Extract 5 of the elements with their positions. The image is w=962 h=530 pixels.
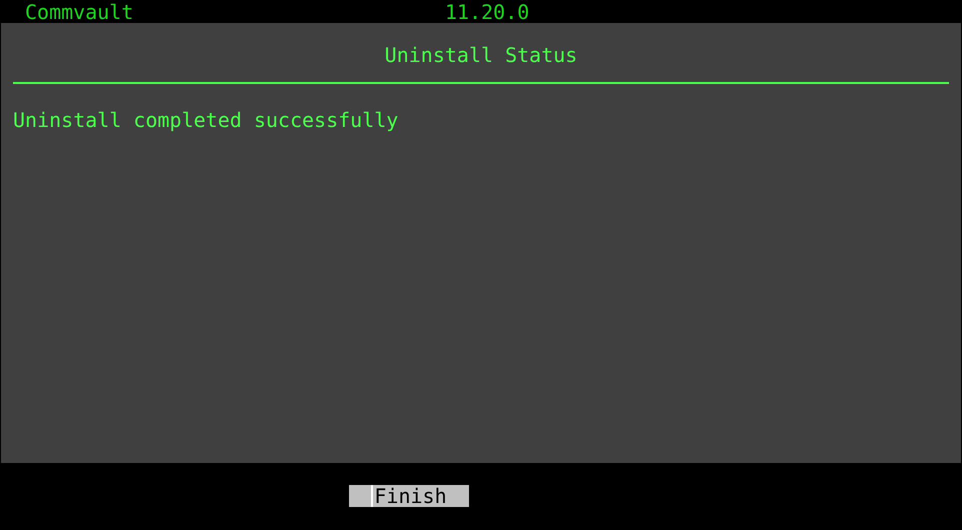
product-name: Commvault — [25, 0, 134, 24]
version-label: 11.20.0 — [445, 0, 530, 24]
dialog-title: Uninstall Status — [384, 43, 578, 67]
status-message: Uninstall completed successfully — [13, 108, 398, 132]
finish-button[interactable]: Finish — [349, 485, 469, 507]
